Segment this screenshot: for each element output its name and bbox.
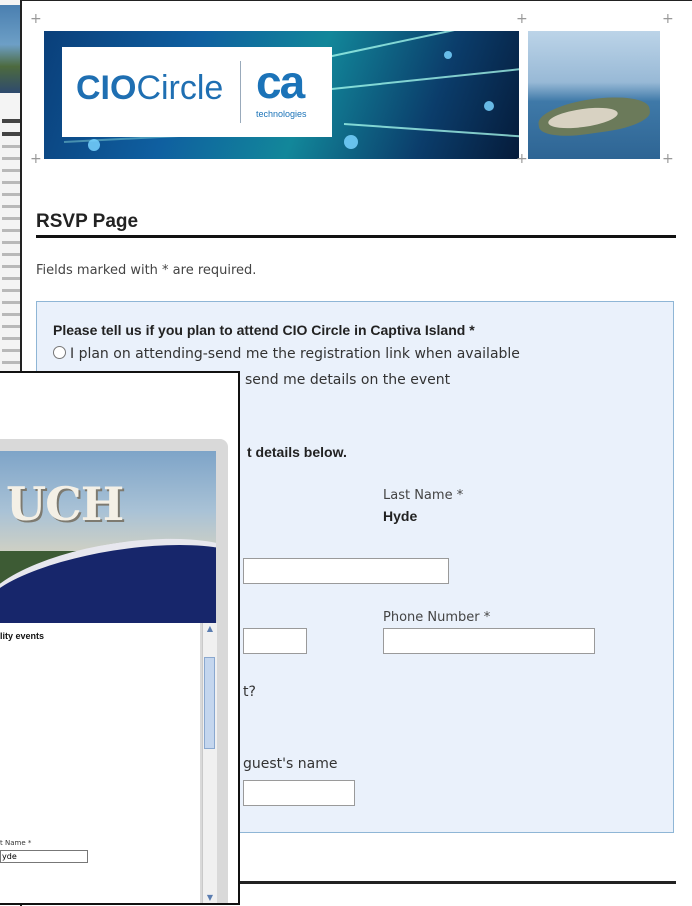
guest-name-field[interactable] bbox=[243, 780, 355, 806]
crop-mark-icon: + bbox=[516, 11, 528, 27]
email-field[interactable] bbox=[243, 558, 449, 584]
option-attend[interactable]: I plan on attending-send me the registra… bbox=[53, 346, 520, 362]
page-title: RSVP Page bbox=[36, 211, 139, 232]
crop-mark-icon: + bbox=[30, 11, 42, 27]
overlay-content: lity events t Name * yde bbox=[0, 623, 200, 903]
overlay-banner-sign: UCH bbox=[6, 477, 124, 531]
cio-circle-logo: CIOCircle ca technologies bbox=[62, 47, 332, 137]
ca-technologies-logo: ca bbox=[256, 56, 305, 108]
island-photo bbox=[528, 31, 660, 159]
overlay-banner: UCH bbox=[0, 451, 216, 623]
guest-question-label: t? bbox=[243, 684, 256, 700]
phone-field[interactable] bbox=[383, 628, 595, 654]
overlay-last-name-field[interactable]: yde bbox=[0, 850, 88, 863]
crop-mark-icon: + bbox=[30, 151, 42, 167]
overlay-last-name-label: t Name * bbox=[0, 839, 32, 847]
overlay-scrollbar[interactable]: ▲ ▼ bbox=[202, 623, 217, 903]
overlay-window: UCH lity events t Name * yde ▲ ▼ bbox=[0, 371, 240, 905]
scroll-up-icon[interactable]: ▲ bbox=[205, 624, 215, 634]
crop-mark-icon: + bbox=[516, 151, 528, 167]
scroll-down-icon[interactable]: ▼ bbox=[205, 893, 215, 903]
phone-label: Phone Number * bbox=[383, 610, 491, 625]
title-divider bbox=[36, 235, 676, 238]
guest-name-label: guest's name bbox=[243, 756, 338, 772]
last-name-value: Hyde bbox=[383, 508, 418, 524]
attend-question: Please tell us if you plan to attend CIO… bbox=[53, 322, 475, 338]
radio-attend[interactable] bbox=[53, 346, 66, 359]
crop-mark-icon: + bbox=[662, 11, 674, 27]
header-banner: CIOCircle ca technologies bbox=[44, 31, 519, 159]
crop-mark-icon: + bbox=[662, 151, 674, 167]
contact-instructions: t details below. bbox=[247, 444, 347, 460]
overlay-heading: lity events bbox=[0, 631, 45, 641]
company-field[interactable] bbox=[243, 628, 307, 654]
required-note: Fields marked with * are required. bbox=[36, 263, 257, 278]
option-details-label: send me details on the event bbox=[245, 372, 451, 388]
scrollbar-thumb[interactable] bbox=[204, 657, 215, 749]
last-name-label: Last Name * bbox=[383, 488, 464, 503]
